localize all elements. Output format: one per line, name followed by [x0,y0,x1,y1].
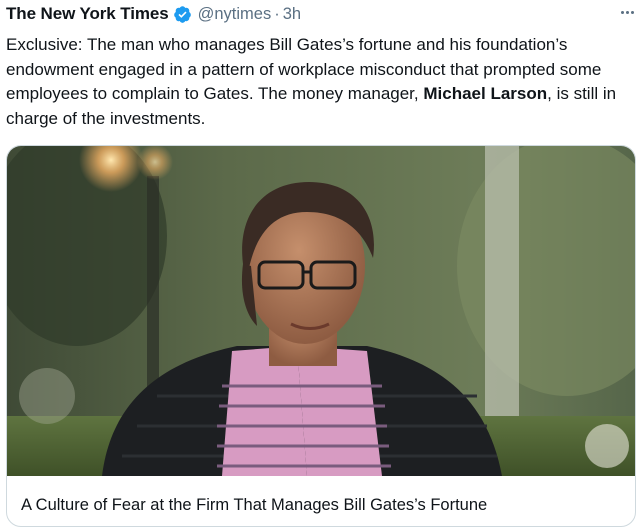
author-handle[interactable]: @nytimes [198,5,272,24]
more-options-icon[interactable] [616,4,638,20]
verified-badge-icon [173,5,192,24]
tweet-text-mention: Michael Larson [423,84,548,103]
tweet-text: Exclusive: The man who manages Bill Gate… [6,33,630,131]
card-image [7,146,635,476]
tweet[interactable]: The New York Times @nytimes · 3h Exclusi… [0,0,642,527]
author-name[interactable]: The New York Times [6,4,169,24]
card-title[interactable]: A Culture of Fear at the Firm That Manag… [21,496,487,515]
tweet-timestamp[interactable]: 3h [283,5,301,24]
tweet-header: The New York Times @nytimes · 3h [6,2,636,26]
header-separator: · [274,4,280,23]
link-card[interactable]: A Culture of Fear at the Firm That Manag… [6,145,636,527]
